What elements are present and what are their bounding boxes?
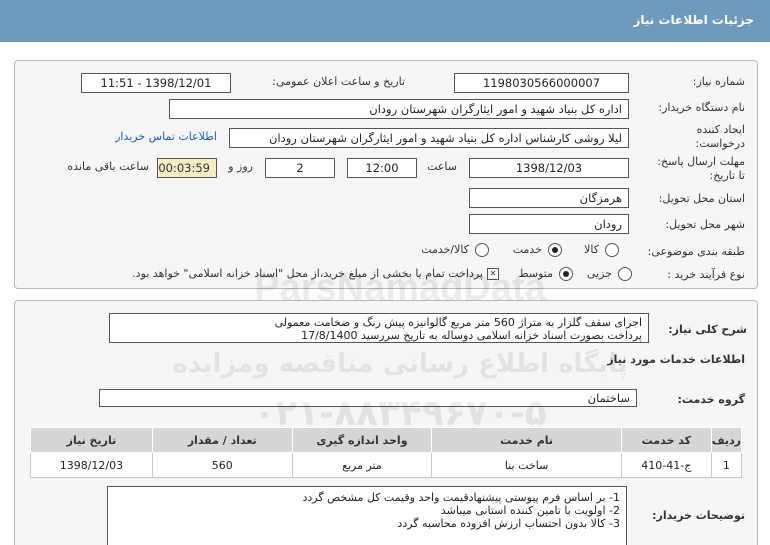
category-radio-service[interactable] — [548, 243, 562, 257]
service-group-field: ساختمان — [99, 389, 637, 407]
buyer-field: اداره کل بنیاد شهید و امور ایثارگران شهر… — [169, 99, 629, 119]
announce-field: 1398/12/01 - 11:51 — [81, 73, 231, 93]
col-row: ردیف — [710, 427, 743, 453]
remaining-timer: 00:03:59 — [157, 158, 217, 178]
buyer-note-3: 3- کالا بدون احتساب ارزش افزوده محاسبه گ… — [397, 517, 620, 530]
summary-line-2: پرداخت بصورت اسناد خزانه اسلامی دوساله ب… — [301, 329, 642, 342]
province-field: هرمزگان — [469, 188, 629, 208]
process-radio-minor[interactable] — [618, 267, 632, 281]
buyer-notes-label: توضیحات خریدار: — [652, 509, 745, 522]
col-name: نام خدمت — [431, 427, 622, 453]
deadline-label-1: مهلت ارسال پاسخ: — [657, 155, 745, 168]
category-radio-goods-service[interactable] — [475, 243, 489, 257]
treasury-payment-note: پرداخت تمام یا بخشی از مبلغ خرید،از محل … — [132, 267, 483, 280]
deadline-time-field: 12:00 — [347, 158, 417, 178]
service-group-label: گروه خدمت: — [677, 393, 745, 406]
process-option-medium: متوسط — [518, 267, 553, 280]
services-info-heading: اطلاعات خدمات مورد نیاز — [607, 353, 745, 366]
process-radio-medium[interactable] — [559, 267, 573, 281]
need-number-label: شماره نیاز: — [692, 75, 745, 88]
table-row: 1 ج-41-410 ساخت بنا متر مربع 560 1398/12… — [30, 452, 743, 478]
col-date: تاریخ نیاز — [30, 427, 153, 453]
city-field: رودان — [469, 214, 629, 234]
city-label: شهر محل تحویل: — [665, 218, 745, 231]
summary-field: اجرای سقف گلزار به متراژ 560 متر مربع گا… — [109, 313, 649, 343]
days-label: روز و — [228, 160, 253, 173]
category-option-service: خدمت — [512, 243, 542, 256]
buyer-notes-field: 1- بر اساس فرم پیوستی پیشنهادقیمت واحد و… — [107, 486, 627, 545]
remaining-label: ساعت باقی مانده — [67, 160, 149, 173]
summary-label: شرح کلی نیاز: — [668, 323, 747, 336]
col-quantity: تعداد / مقدار — [151, 427, 293, 453]
need-details-panel: شماره نیاز: 1198030566000007 تاریخ و ساع… — [14, 60, 758, 289]
page-title: جزئیات اطلاعات نیاز — [633, 13, 754, 27]
treasury-payment-checkbox[interactable]: ✕ — [487, 268, 499, 280]
cell-name: ساخت بنا — [431, 452, 622, 478]
process-option-minor: جزیی — [586, 267, 612, 280]
services-table: ردیف کد خدمت نام خدمت واحد اندازه گیری ت… — [30, 427, 743, 478]
buyer-note-1: 1- بر اساس فرم پیوستی پیشنهادقیمت واحد و… — [302, 491, 620, 504]
col-code: کد خدمت — [620, 427, 712, 453]
creator-field: لیلا روشی کارشناس اداره کل بنیاد شهید و … — [229, 128, 629, 148]
cell-code: ج-41-410 — [620, 452, 712, 478]
header-bar: جزئیات اطلاعات نیاز — [0, 0, 770, 42]
category-option-goods-service: کالا/خدمت — [421, 243, 469, 256]
category-label: طبقه بندی موضوعی: — [647, 245, 745, 258]
announce-label: تاریخ و ساعت اعلان عمومی: — [272, 75, 405, 88]
col-unit: واحد اندازه گیری — [291, 427, 433, 453]
need-number-field: 1198030566000007 — [454, 73, 629, 93]
cell-unit: متر مربع — [291, 452, 433, 478]
time-label: ساعت — [427, 160, 457, 173]
category-option-goods: کالا — [584, 243, 599, 256]
buyer-label: نام دستگاه خریدار: — [658, 101, 745, 114]
summary-line-1: اجرای سقف گلزار به متراژ 560 متر مربع گا… — [274, 316, 642, 329]
buyer-contact-link[interactable]: اطلاعات تماس خریدار — [115, 130, 217, 143]
cell-quantity: 560 — [151, 452, 293, 478]
days-field: 2 — [265, 158, 335, 178]
cell-date: 1398/12/03 — [30, 452, 153, 478]
deadline-date-field: 1398/12/03 — [469, 158, 629, 178]
creator-label-2: درخواست: — [695, 137, 745, 150]
services-panel: شرح کلی نیاز: اجرای سقف گلزار به متراژ 5… — [14, 300, 758, 545]
deadline-label-2: تا تاریخ: — [709, 169, 745, 182]
category-radio-goods[interactable] — [605, 243, 619, 257]
cell-row: 1 — [710, 452, 743, 478]
province-label: استان محل تحویل: — [658, 192, 745, 205]
creator-label-1: ایجاد کننده — [696, 123, 745, 136]
process-label: نوع فرآیند خرید : — [667, 268, 745, 281]
buyer-note-2: 2- اولویت با تامین کننده استانی میباشد — [440, 504, 620, 517]
